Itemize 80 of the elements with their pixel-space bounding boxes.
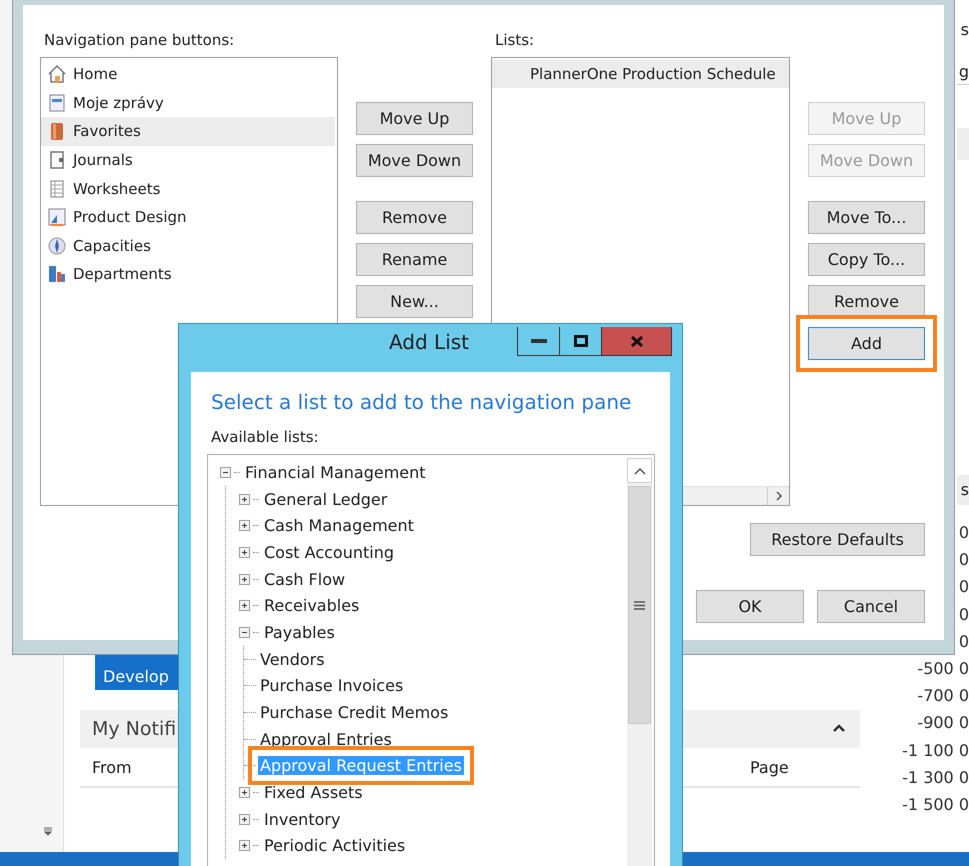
dialog-button[interactable]: Remove bbox=[808, 285, 925, 318]
amount-cell-text: 0 bbox=[958, 630, 969, 653]
list-label: Lists: bbox=[494, 31, 536, 51]
tree-item[interactable]: Financial Management bbox=[243, 462, 428, 482]
ok-button[interactable]: OK bbox=[696, 590, 804, 623]
tree-item[interactable]: Cost Accounting bbox=[262, 542, 396, 562]
collapse-icon[interactable] bbox=[239, 626, 250, 638]
tree-item[interactable]: Inventory bbox=[262, 810, 342, 829]
dialog-button[interactable]: Move Down bbox=[356, 144, 473, 177]
expand-icon[interactable] bbox=[239, 574, 250, 585]
amount-cell-text: 0 bbox=[958, 522, 969, 544]
tree-item[interactable]: Approval Entries bbox=[258, 730, 394, 749]
restore-defaults-button[interactable]: Restore Defaults bbox=[750, 523, 925, 556]
window-title: Add List bbox=[388, 330, 470, 354]
expand-icon[interactable] bbox=[239, 494, 250, 505]
list-item[interactable]: Departments bbox=[41, 260, 337, 289]
grip-icon bbox=[634, 600, 645, 610]
list-item[interactable]: PlannerOne Production Schedule bbox=[492, 60, 789, 88]
column-header: s bbox=[957, 475, 969, 505]
tree-item[interactable]: Fixed Assets bbox=[262, 783, 365, 802]
tree-item[interactable]: General Ledger bbox=[262, 490, 390, 509]
tree-item[interactable]: Payables bbox=[262, 622, 337, 642]
amount-cell-text: -1 100 0 bbox=[902, 740, 969, 762]
maximize-icon bbox=[574, 335, 588, 347]
amount-cell-text: -1 500 0 bbox=[902, 794, 969, 816]
column-header: Page bbox=[750, 758, 789, 777]
list-item[interactable]: Moje zprávy bbox=[41, 88, 337, 118]
close-button[interactable] bbox=[602, 327, 671, 355]
dialog-button[interactable]: New... bbox=[356, 285, 473, 318]
document-icon bbox=[47, 92, 67, 113]
list-item[interactable]: Favorites bbox=[41, 117, 335, 146]
tree-item[interactable]: Cash Management bbox=[262, 516, 416, 536]
tree-item[interactable]: Cash Flow bbox=[262, 570, 348, 589]
amount-cell-text: -700 0 bbox=[917, 685, 969, 708]
dialog-button[interactable]: Remove bbox=[356, 201, 473, 234]
tree-item[interactable]: Purchase Invoices bbox=[258, 676, 406, 696]
collapse-caret-icon[interactable] bbox=[833, 724, 845, 732]
expand-icon[interactable] bbox=[239, 520, 250, 532]
close-icon bbox=[630, 334, 644, 348]
tree-item[interactable]: Purchase Credit Memos bbox=[258, 703, 450, 722]
amount-cell-text: -1 300 0 bbox=[902, 766, 969, 789]
expand-icon[interactable] bbox=[239, 787, 250, 798]
chart-icon bbox=[47, 264, 67, 284]
cancel-button[interactable]: Cancel bbox=[817, 590, 925, 623]
minimize-icon bbox=[530, 339, 546, 343]
column-header: s bbox=[960, 20, 969, 39]
tree-item[interactable]: Receivables bbox=[262, 596, 362, 616]
dialog-button[interactable]: Move To... bbox=[808, 201, 925, 234]
vertical-scrollbar[interactable] bbox=[627, 458, 652, 866]
amount-cell-text: -500 0 bbox=[917, 658, 969, 680]
amount-cell-text: -900 0 bbox=[917, 712, 969, 734]
collapse-icon[interactable] bbox=[220, 466, 231, 478]
dialog-button[interactable]: Rename bbox=[356, 243, 473, 276]
dialog-button[interactable]: Copy To... bbox=[808, 243, 925, 276]
field-value: g bbox=[957, 62, 969, 85]
section-title: My Notifi bbox=[92, 718, 176, 740]
list-item[interactable]: Product Design bbox=[41, 202, 337, 232]
list-item[interactable]: Capacities bbox=[41, 232, 337, 260]
collapse-icon[interactable] bbox=[43, 826, 53, 836]
list-item[interactable]: Journals bbox=[41, 146, 337, 174]
tree-item[interactable]: Vendors bbox=[258, 650, 327, 669]
tree-item[interactable]: Periodic Activities bbox=[262, 836, 408, 856]
expand-icon[interactable] bbox=[239, 600, 250, 612]
list-item[interactable]: Home bbox=[41, 60, 337, 89]
expand-icon[interactable] bbox=[239, 546, 250, 558]
list-label: Navigation pane buttons: bbox=[43, 31, 236, 51]
expand-icon[interactable] bbox=[239, 840, 250, 852]
dialog-heading: Select a list to add to the navigation pane bbox=[211, 390, 632, 414]
dialog-button[interactable]: Move Up bbox=[356, 102, 473, 135]
amount-cell-text: 0 bbox=[958, 576, 969, 598]
column-header: From bbox=[92, 758, 132, 777]
tree-label: Available lists: bbox=[211, 428, 320, 446]
expand-icon[interactable] bbox=[239, 814, 250, 825]
amount-cell-text: 0 bbox=[958, 604, 969, 626]
amount-cell-text: 0 bbox=[958, 549, 969, 572]
design-icon bbox=[47, 207, 67, 228]
add-button[interactable]: Add bbox=[808, 327, 925, 360]
list-item[interactable]: Worksheets bbox=[41, 174, 337, 203]
compass-icon bbox=[47, 236, 67, 256]
house-icon bbox=[47, 64, 67, 84]
